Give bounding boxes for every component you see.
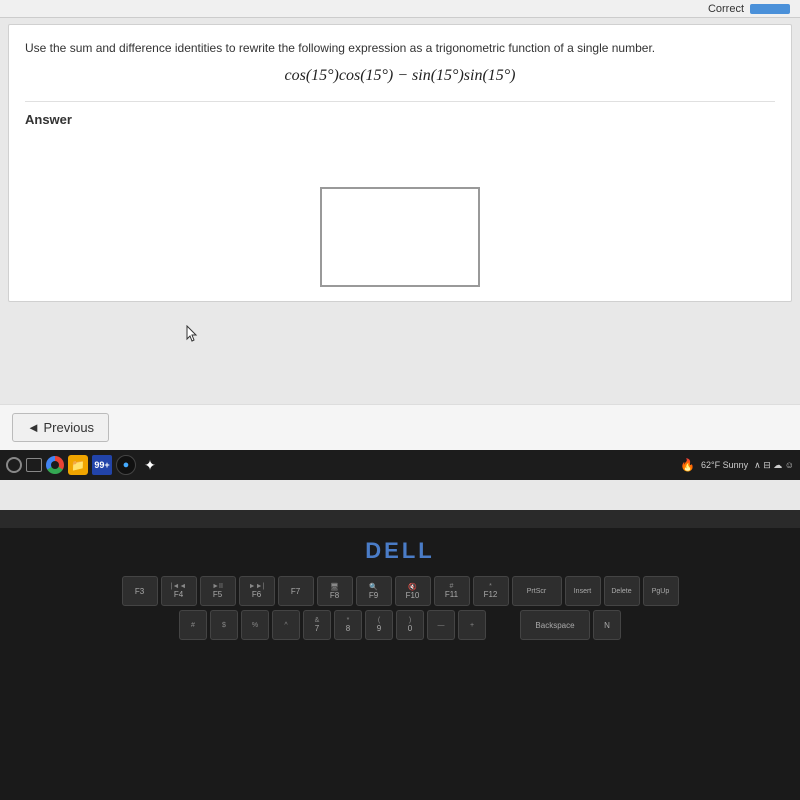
start-icon[interactable] <box>6 457 22 473</box>
file-explorer-icon[interactable]: 📁 <box>68 455 88 475</box>
key-f4[interactable]: |◄◄F4 <box>161 576 197 606</box>
key-f9[interactable]: 🔍F9 <box>356 576 392 606</box>
correct-label: Correct <box>708 3 744 15</box>
bottom-navigation: ◄ Previous <box>0 404 800 450</box>
system-tray-icons: ∧ ⊟ ☁ ☺ <box>754 460 794 471</box>
key-n[interactable]: N <box>593 610 621 640</box>
question-instruction: Use the sum and difference identities to… <box>25 39 775 57</box>
kb-row-symbols: # $ % ^ &7 *8 (9 )0 — + Backspace N <box>20 610 780 640</box>
answer-label: Answer <box>25 112 775 127</box>
screen: Correct Use the sum and difference ident… <box>0 0 800 510</box>
key-f3[interactable]: F3 <box>122 576 158 606</box>
previous-button[interactable]: ◄ Previous <box>12 413 109 442</box>
key-f6[interactable]: ►►|F6 <box>239 576 275 606</box>
key-f8[interactable]: 🖥F8 <box>317 576 353 606</box>
key-spacer <box>489 610 517 640</box>
key-lparen[interactable]: (9 <box>365 610 393 640</box>
keyboard: F3 |◄◄F4 ►IIF5 ►►|F6 F7 🖥F8 🔍F9 🔇F10 #F1… <box>20 576 780 640</box>
math-expression: cos(15°)cos(15°) − sin(15°)sin(15°) <box>25 67 775 85</box>
key-f11[interactable]: #F11 <box>434 576 470 606</box>
key-ampersand[interactable]: &7 <box>303 610 331 640</box>
key-percent[interactable]: % <box>241 610 269 640</box>
key-f12[interactable]: *F12 <box>473 576 509 606</box>
key-backspace[interactable]: Backspace <box>520 610 590 640</box>
mouse-cursor <box>186 325 198 343</box>
laptop-keyboard-area: DELL F3 |◄◄F4 ►IIF5 ►►|F6 F7 🖥F8 🔍F9 🔇F1… <box>0 528 800 800</box>
weather-text: 62°F Sunny <box>701 460 748 470</box>
key-f7[interactable]: F7 <box>278 576 314 606</box>
app-icon-feather[interactable]: ✦ <box>140 455 160 475</box>
key-minus[interactable]: — <box>427 610 455 640</box>
weather-icon: 🔥 <box>680 458 695 472</box>
key-prtscr[interactable]: PrtScr <box>512 576 562 606</box>
key-insert[interactable]: Insert <box>565 576 601 606</box>
task-view-icon[interactable] <box>26 458 42 472</box>
key-caret[interactable]: ^ <box>272 610 300 640</box>
key-rparen[interactable]: )0 <box>396 610 424 640</box>
key-dollar[interactable]: $ <box>210 610 238 640</box>
chrome-icon[interactable] <box>46 456 64 474</box>
laptop-bezel <box>0 510 800 528</box>
key-plus[interactable]: + <box>458 610 486 640</box>
section-divider <box>25 101 775 102</box>
top-bar: Correct <box>0 0 800 18</box>
app-icon-badge[interactable]: 99+ <box>92 455 112 475</box>
dell-logo: DELL <box>365 538 434 564</box>
content-area: Use the sum and difference identities to… <box>8 24 792 302</box>
key-f10[interactable]: 🔇F10 <box>395 576 431 606</box>
key-delete[interactable]: Delete <box>604 576 640 606</box>
answer-input-box[interactable] <box>320 187 480 287</box>
app-icon-dark[interactable]: ● <box>116 455 136 475</box>
kb-row-fn: F3 |◄◄F4 ►IIF5 ►►|F6 F7 🖥F8 🔍F9 🔇F10 #F1… <box>20 576 780 606</box>
correct-progress-bar <box>750 4 790 14</box>
key-asterisk[interactable]: *8 <box>334 610 362 640</box>
key-f5[interactable]: ►IIF5 <box>200 576 236 606</box>
key-pgup[interactable]: PgUp <box>643 576 679 606</box>
key-hash[interactable]: # <box>179 610 207 640</box>
taskbar-right-area: 🔥 62°F Sunny ∧ ⊟ ☁ ☺ <box>680 458 794 472</box>
taskbar: 📁 99+ ● ✦ 🔥 62°F Sunny ∧ ⊟ ☁ ☺ <box>0 450 800 480</box>
